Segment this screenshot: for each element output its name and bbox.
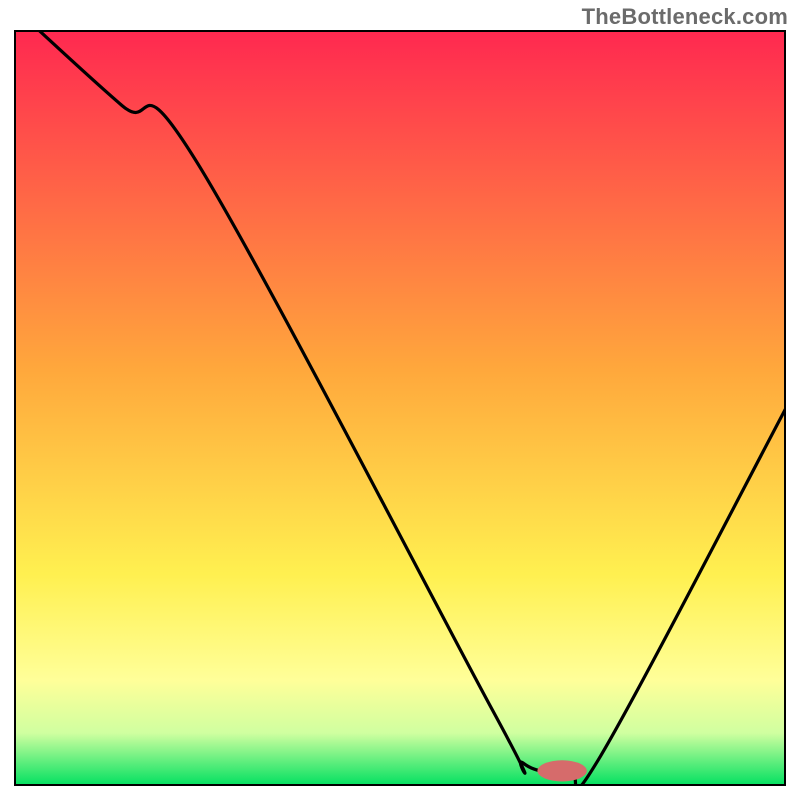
plot-area: [14, 30, 786, 786]
chart-stage: TheBottleneck.com: [0, 0, 800, 800]
chart-svg: [14, 30, 786, 786]
optimal-marker: [537, 760, 586, 781]
watermark-text: TheBottleneck.com: [582, 4, 788, 30]
heat-background: [14, 30, 786, 786]
